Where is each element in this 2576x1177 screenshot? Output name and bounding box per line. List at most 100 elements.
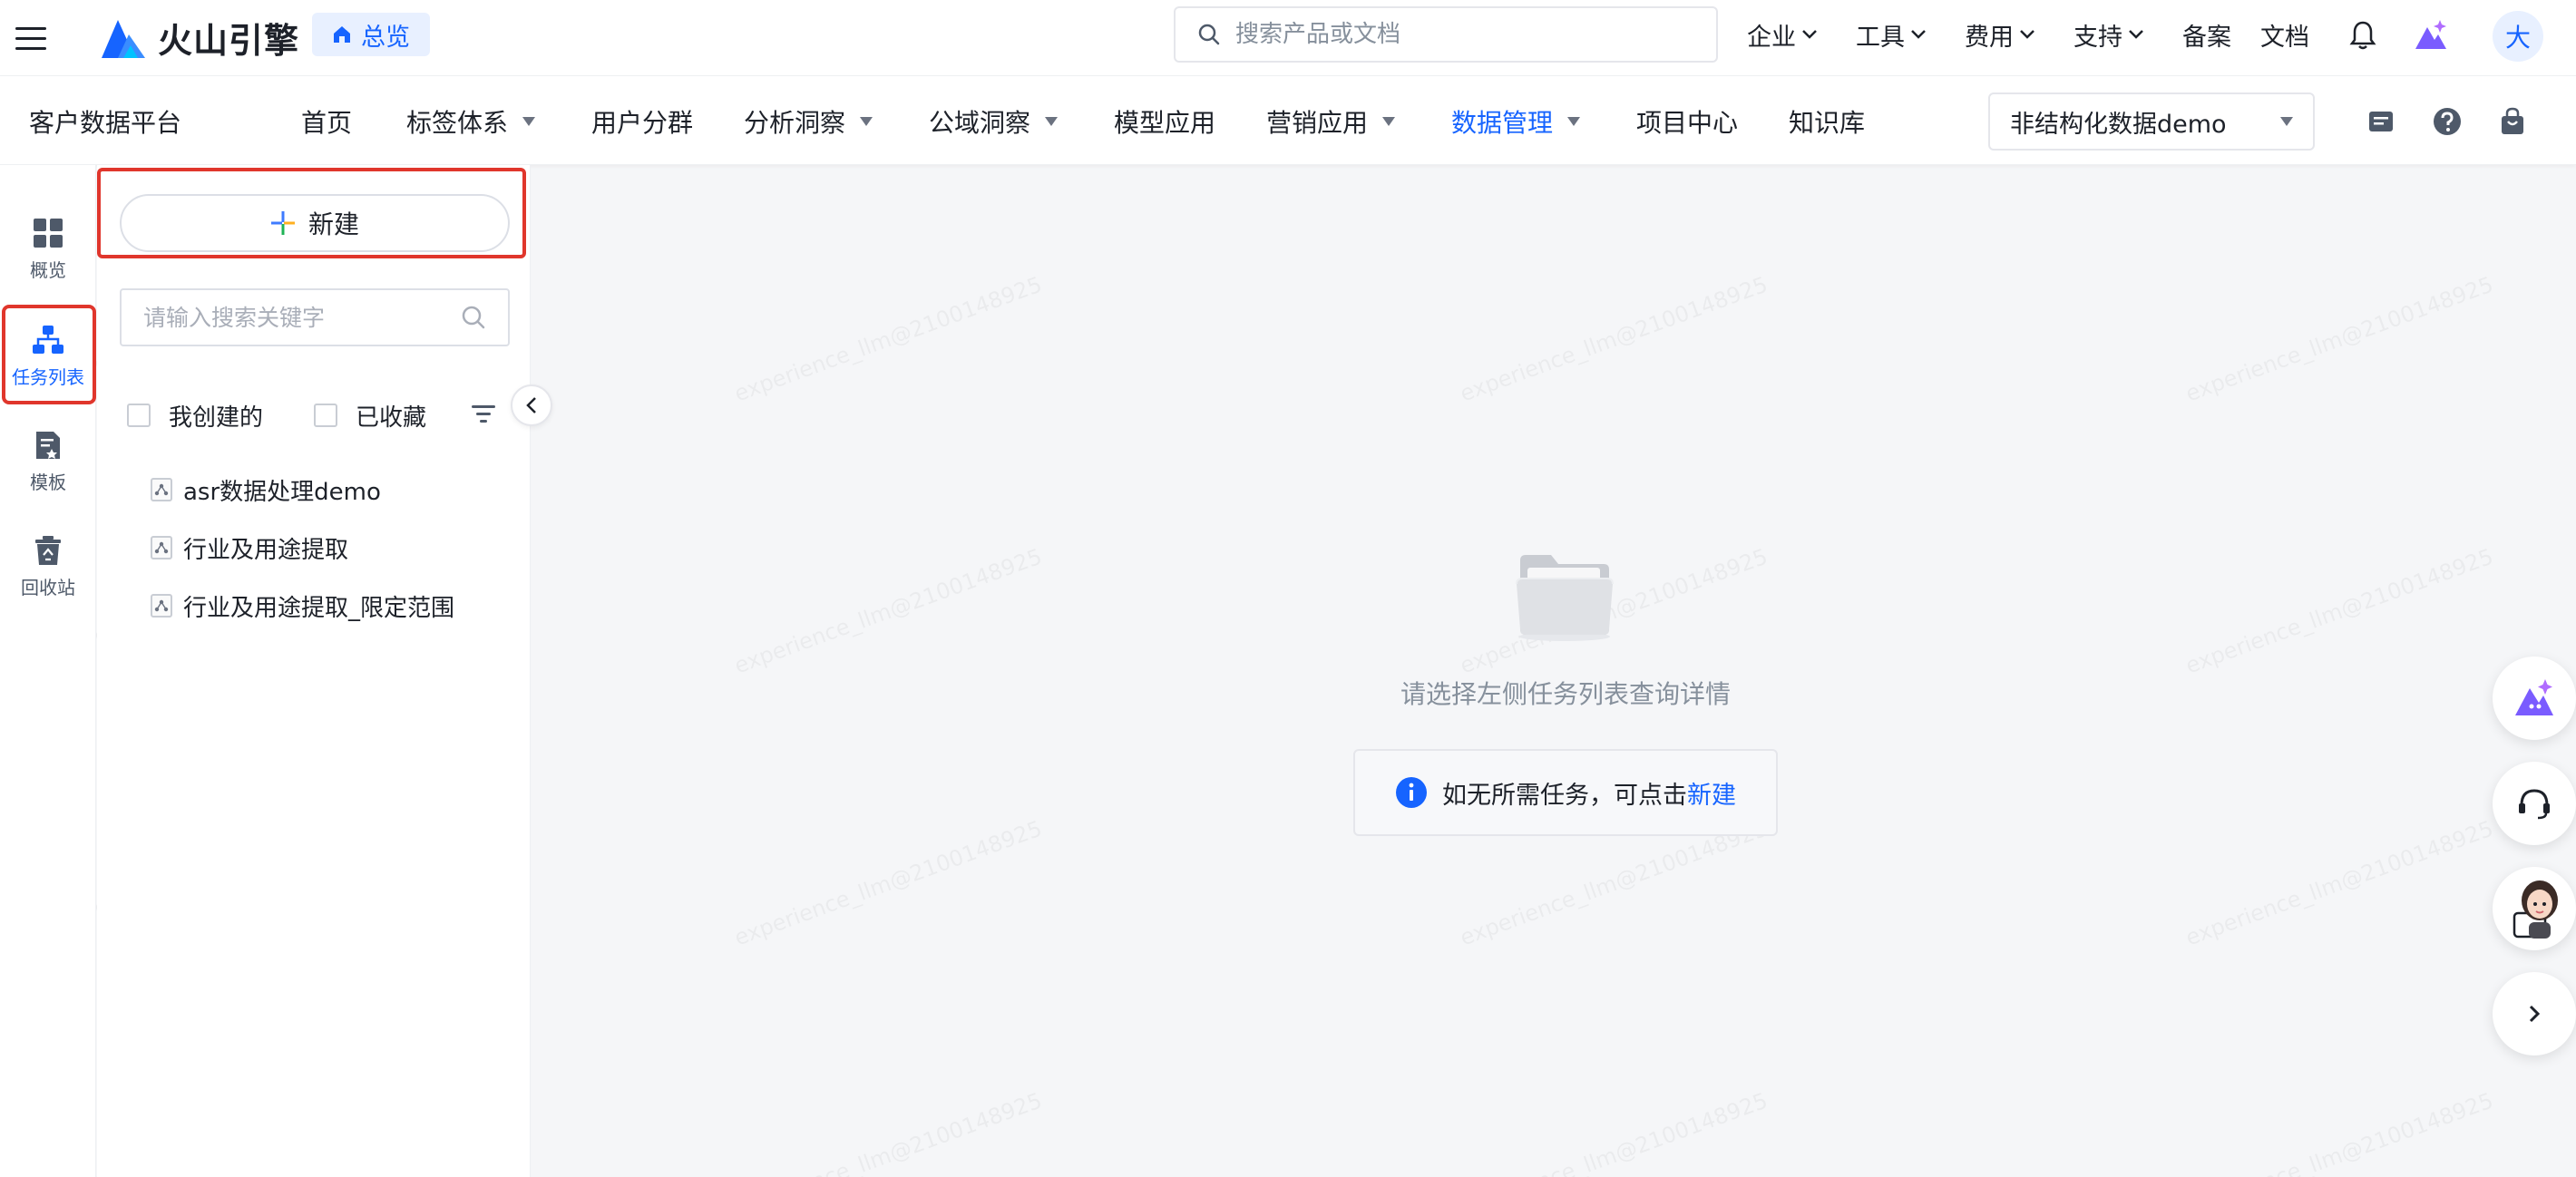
rail-item-label: 回收站 <box>21 577 75 598</box>
sort-filter-icon[interactable] <box>470 403 497 426</box>
menu-enterprise[interactable]: 企业 <box>1747 16 1818 53</box>
watermark-text: experience_llm@2100148925 <box>2182 1088 2496 1177</box>
nav-project-center[interactable]: 项目中心 <box>1636 103 1738 140</box>
hint-new-link[interactable]: 新建 <box>1687 782 1736 810</box>
floating-support-button[interactable] <box>2493 762 2576 845</box>
nav-knowledge-base[interactable]: 知识库 <box>1789 103 1865 140</box>
nav-project-center-label: 项目中心 <box>1636 108 1739 138</box>
new-task-button[interactable]: 新建 <box>120 194 510 252</box>
platform-title: 客户数据平台 <box>29 108 182 138</box>
overview-button[interactable]: 总览 <box>312 13 430 56</box>
watermark-text: experience_llm@2100148925 <box>2182 816 2496 951</box>
menu-tools-label: 工具 <box>1856 23 1905 52</box>
user-avatar[interactable]: 大 <box>2493 11 2543 62</box>
search-icon <box>1198 24 1220 45</box>
nav-marketing-apps[interactable]: 营销应用 <box>1266 103 1396 140</box>
task-search-input[interactable] <box>143 304 443 331</box>
caret-down-icon <box>1045 117 1059 126</box>
shopping-bag-icon[interactable] <box>2500 107 2525 136</box>
menu-support[interactable]: 支持 <box>2073 16 2144 53</box>
caret-down-icon <box>860 117 873 126</box>
task-label: 行业及用途提取 <box>183 536 349 564</box>
watermark-text: experience_llm@2100148925 <box>731 816 1045 951</box>
watermark-text: experience_llm@2100148925 <box>731 1088 1045 1177</box>
nav-analysis-insights-label: 分析洞察 <box>744 108 846 138</box>
task-list-item[interactable]: 行业及用途提取 <box>151 530 348 566</box>
hint-message: 如无所需任务，可点击 <box>1442 781 1687 810</box>
menu-billing[interactable]: 费用 <box>1965 16 2035 53</box>
info-icon <box>1396 777 1427 808</box>
nav-tag-system[interactable]: 标签体系 <box>406 103 536 140</box>
menu-enterprise-label: 企业 <box>1747 23 1796 52</box>
nav-model-apps-label: 模型应用 <box>1114 108 1216 138</box>
created-by-me-checkbox[interactable] <box>127 404 151 427</box>
chevron-left-icon <box>526 397 536 413</box>
empty-folder-icon <box>1513 548 1616 642</box>
task-filter-row: 我创建的 已收藏 <box>127 397 426 433</box>
created-by-me-label: 我创建的 <box>169 404 264 432</box>
nav-tag-system-label: 标签体系 <box>406 108 509 138</box>
task-label: 行业及用途提取_限定范围 <box>183 594 455 622</box>
starred-checkbox[interactable] <box>314 404 338 427</box>
brand-name: 火山引擎 <box>158 20 300 61</box>
task-search[interactable] <box>120 288 510 346</box>
project-select[interactable]: 非结构化数据demo <box>1988 92 2315 151</box>
filter-created-by-me[interactable]: 我创建的 <box>127 399 263 433</box>
hamburger-menu-icon[interactable] <box>13 20 49 56</box>
task-list-item[interactable]: asr数据处理demo <box>151 472 381 508</box>
nav-model-apps[interactable]: 模型应用 <box>1114 103 1215 140</box>
top-bar: 火山引擎 总览 企业 工具 费用 支持 备案 文档 大 <box>0 0 2576 76</box>
floating-assistant-avatar-button[interactable] <box>2493 867 2576 950</box>
floating-ai-button[interactable] <box>2493 657 2576 740</box>
rail-item-recycle-bin[interactable]: 回收站 <box>0 535 96 599</box>
message-icon[interactable] <box>2367 109 2395 136</box>
brand-logo[interactable]: 火山引擎 <box>100 9 299 65</box>
grid-icon <box>34 219 63 248</box>
watermark-text: experience_llm@2100148925 <box>2182 272 2496 407</box>
notification-bell-icon[interactable] <box>2349 20 2376 51</box>
headset-icon <box>2519 789 2550 820</box>
link-docs[interactable]: 文档 <box>2260 16 2309 53</box>
global-search-input[interactable] <box>1235 21 1689 48</box>
ai-assistant-icon[interactable] <box>2413 16 2449 53</box>
nav-data-management[interactable]: 数据管理 <box>1451 103 1581 140</box>
collapse-panel-button[interactable] <box>511 384 552 426</box>
caret-down-icon <box>1567 117 1581 126</box>
nav-public-insights-label: 公域洞察 <box>929 108 1031 138</box>
overview-label: 总览 <box>361 23 410 52</box>
rail-item-templates[interactable]: 模板 <box>0 430 96 494</box>
link-filing[interactable]: 备案 <box>2182 16 2231 53</box>
filter-starred[interactable]: 已收藏 <box>314 399 426 433</box>
watermark-text: experience_llm@2100148925 <box>731 544 1045 679</box>
search-icon[interactable] <box>461 305 486 330</box>
rail-item-overview[interactable]: 概览 <box>0 218 96 282</box>
rail-item-label: 概览 <box>30 259 66 281</box>
nav-public-insights[interactable]: 公域洞察 <box>929 103 1059 140</box>
nav-user-segments[interactable]: 用户分群 <box>591 103 693 140</box>
watermark-text: experience_llm@2100148925 <box>1457 1088 1771 1177</box>
link-docs-label: 文档 <box>2260 23 2309 52</box>
rail-item-label: 任务列表 <box>12 366 84 388</box>
nav-analysis-insights[interactable]: 分析洞察 <box>744 103 873 140</box>
hint-text: 如无所需任务，可点击新建 <box>1442 775 1736 811</box>
plus-icon <box>270 211 295 235</box>
menu-tools[interactable]: 工具 <box>1856 16 1927 53</box>
task-list-item[interactable]: 行业及用途提取_限定范围 <box>151 588 454 624</box>
task-label: asr数据处理demo <box>183 478 381 506</box>
ai-assistant-icon <box>2515 679 2553 715</box>
help-icon[interactable] <box>2433 107 2462 136</box>
task-file-icon <box>151 478 172 501</box>
chevron-down-icon <box>1802 30 1817 39</box>
volcano-logo-icon <box>102 20 145 58</box>
chevron-down-icon <box>2020 30 2034 39</box>
chevron-down-icon <box>1911 30 1926 39</box>
task-file-icon <box>151 594 172 618</box>
template-icon <box>36 432 60 459</box>
nav-home[interactable]: 首页 <box>301 103 352 140</box>
floating-expand-button[interactable] <box>2493 972 2576 1055</box>
caret-down-icon <box>522 117 536 126</box>
starred-label: 已收藏 <box>356 404 427 432</box>
global-search[interactable] <box>1174 6 1718 63</box>
product-nav-bar: 客户数据平台 首页 标签体系 用户分群 分析洞察 公域洞察 模型应用 营销应用 … <box>0 76 2576 165</box>
rail-item-task-list[interactable]: 任务列表 <box>0 325 96 389</box>
